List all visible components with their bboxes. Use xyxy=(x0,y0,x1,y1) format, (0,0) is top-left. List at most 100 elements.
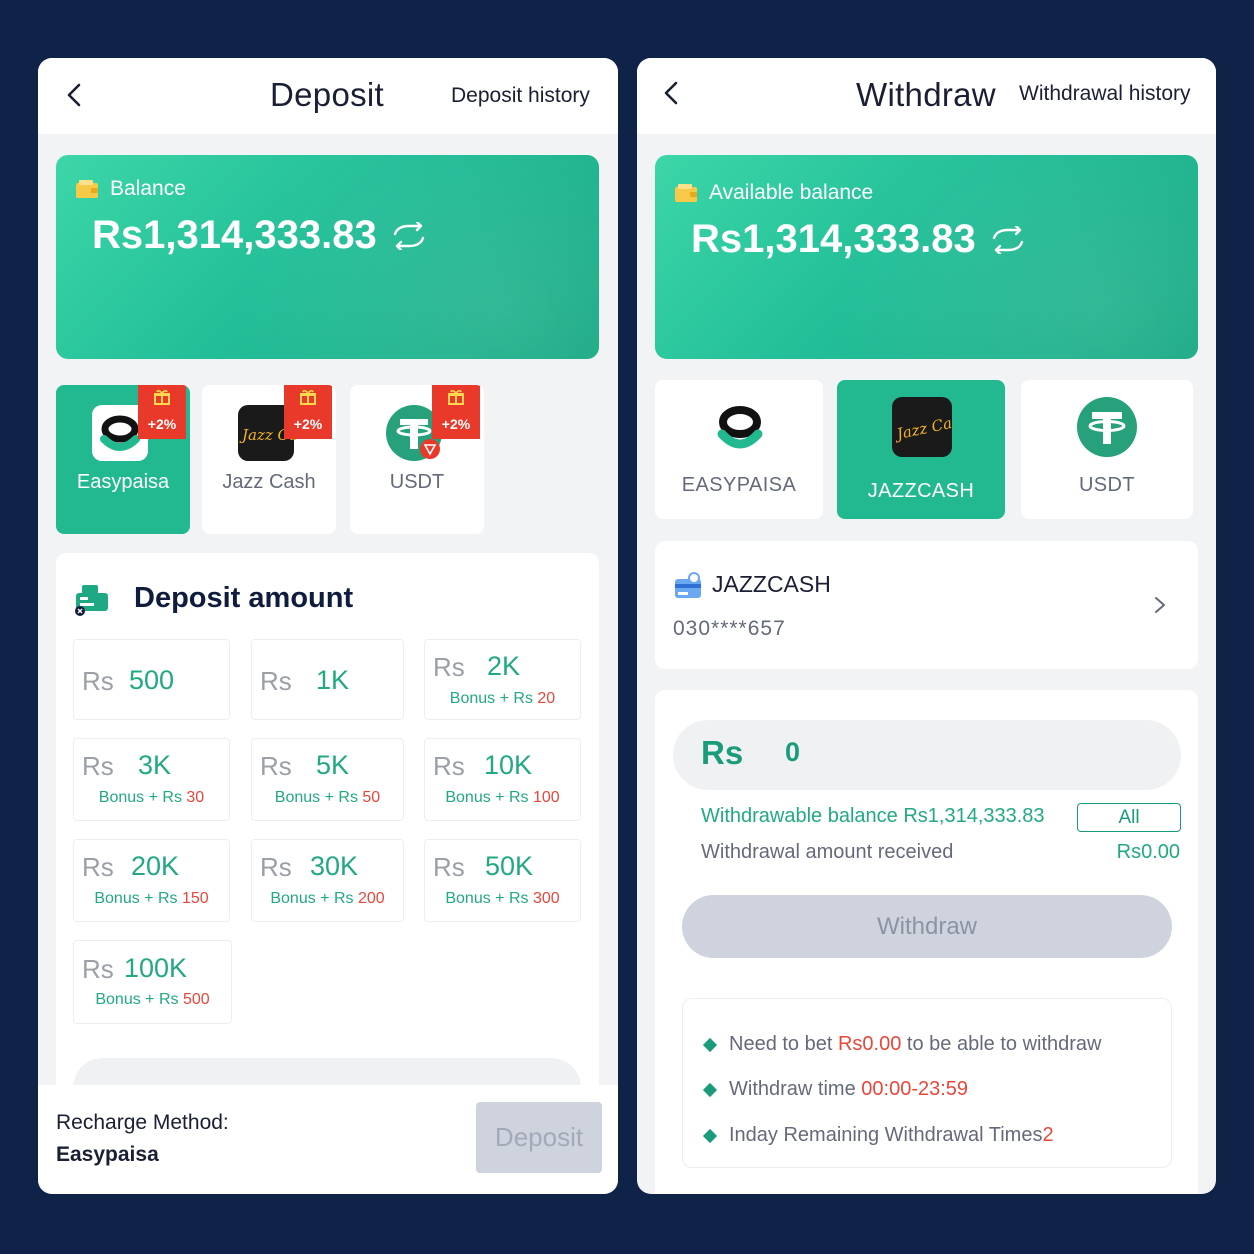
withdraw-method-easypaisa[interactable]: EASYPAISA xyxy=(655,380,823,519)
bonus-badge: +2% xyxy=(432,385,480,439)
deposit-history-link[interactable]: Deposit history xyxy=(451,84,590,108)
refresh-icon[interactable] xyxy=(391,221,427,250)
page-title: Withdraw xyxy=(856,76,996,113)
currency-label: Rs xyxy=(433,852,465,882)
amount-value: 100K xyxy=(124,953,188,983)
jazzcash-logo-icon: Jazz Cash xyxy=(892,397,953,457)
method-label: USDT xyxy=(389,471,445,493)
balance-label: Balance xyxy=(110,177,186,200)
gift-icon xyxy=(154,389,170,405)
rule-time: Withdraw time 00:00-23:59 xyxy=(702,1078,968,1101)
withdraw-button[interactable]: Withdraw xyxy=(682,895,1172,958)
currency-label: Rs xyxy=(701,734,744,771)
wallet-icon xyxy=(76,180,98,198)
deposit-footer: Recharge Method: Easypaisa Deposit xyxy=(38,1085,618,1194)
currency-label: Rs xyxy=(260,751,292,781)
amount-option-500[interactable]: Rs 500 xyxy=(73,639,230,720)
amount-option-100k[interactable]: Rs 100K Bonus + Rs 500 xyxy=(73,940,232,1024)
currency-label: Rs xyxy=(82,852,114,882)
all-button[interactable]: All xyxy=(1077,803,1181,832)
bonus-text: Bonus + Rs 300 xyxy=(445,890,560,907)
method-label: USDT xyxy=(1078,474,1136,496)
amount-option-2k[interactable]: Rs 2K Bonus + Rs 20 xyxy=(424,639,581,720)
bonus-text: Bonus + Rs 200 xyxy=(270,890,385,907)
withdraw-rules: Need to bet Rs0.00 to be able to withdra… xyxy=(682,998,1172,1168)
refresh-icon[interactable] xyxy=(990,225,1026,254)
cash-register-icon xyxy=(75,585,108,616)
withdraw-account-card[interactable]: JAZZCASH 030****657 xyxy=(655,541,1198,669)
method-label: EASYPAISA xyxy=(681,474,797,496)
gift-icon xyxy=(300,389,316,405)
deposit-header: Deposit Deposit history xyxy=(38,58,618,134)
amount-option-1k[interactable]: Rs 1K xyxy=(251,639,404,720)
balance-label: Available balance xyxy=(709,181,874,204)
currency-label: Rs xyxy=(260,666,292,696)
received-value: Rs0.00 xyxy=(1116,841,1180,863)
diamond-bullet-icon xyxy=(702,1082,718,1097)
amount-value: 10K xyxy=(484,750,533,780)
account-number: 030****657 xyxy=(673,617,786,640)
bonus-text: Bonus + Rs 50 xyxy=(274,789,381,806)
balance-label-row: Available balance xyxy=(675,181,873,205)
currency-label: Rs xyxy=(433,652,465,682)
available-balance-card: Available balance Rs1,314,333.83 xyxy=(655,155,1198,359)
withdraw-method-jazzcash[interactable]: Jazz Cash JAZZCASH xyxy=(837,380,1005,519)
amount-option-5k[interactable]: Rs 5K Bonus + Rs 50 xyxy=(251,738,404,821)
withdrawable-balance-text: Withdrawable balance Rs1,314,333.83 xyxy=(701,805,1045,827)
amount-value: 0 xyxy=(785,737,801,767)
bonus-badge: +2% xyxy=(284,385,332,439)
method-label: JAZZCASH xyxy=(867,480,975,502)
chevron-right-icon xyxy=(1155,597,1165,613)
gift-icon xyxy=(448,389,464,405)
page-title: Deposit xyxy=(270,76,384,113)
amount-value: 2K xyxy=(487,651,521,681)
method-jazzcash[interactable]: Jazz Ca Jazz Cash +2% xyxy=(202,385,336,534)
balance-amount: Rs1,314,333.83 xyxy=(92,213,377,257)
deposit-amount-panel: Deposit amount Rs 500 Rs 1K Rs 2K Bonus … xyxy=(56,553,599,1118)
diamond-bullet-icon xyxy=(702,1128,718,1143)
bank-card-icon xyxy=(675,572,701,598)
back-icon[interactable] xyxy=(60,80,90,110)
amount-value: 500 xyxy=(129,665,175,695)
currency-label: Rs xyxy=(260,852,292,882)
bonus-text: Bonus + Rs 100 xyxy=(445,789,560,806)
withdraw-header: Withdraw Withdrawal history xyxy=(637,58,1216,134)
amount-option-30k[interactable]: Rs 30K Bonus + Rs 200 xyxy=(251,839,404,922)
balance-card: Balance Rs1,314,333.83 xyxy=(56,155,599,359)
amount-option-50k[interactable]: Rs 50K Bonus + Rs 300 xyxy=(424,839,581,922)
method-easypaisa[interactable]: Easypaisa +2% xyxy=(56,385,190,534)
amount-value: 50K xyxy=(485,851,534,881)
amount-value: 5K xyxy=(316,750,350,780)
received-label: Withdrawal amount received xyxy=(701,841,954,863)
amount-option-20k[interactable]: Rs 20K Bonus + Rs 150 xyxy=(73,839,230,922)
method-usdt[interactable]: USDT +2% xyxy=(350,385,484,534)
account-name: JAZZCASH xyxy=(712,571,831,597)
withdraw-method-usdt[interactable]: USDT xyxy=(1021,380,1193,519)
withdrawal-history-link[interactable]: Withdrawal history xyxy=(1019,82,1191,106)
bonus-text: Bonus + Rs 20 xyxy=(449,690,556,707)
recharge-method-value: Easypaisa xyxy=(56,1143,159,1166)
balance-amount-row: Rs1,314,333.83 xyxy=(691,217,1026,262)
bonus-percent: +2% xyxy=(441,416,471,432)
deposit-screen: Deposit Deposit history Balance Rs1,314,… xyxy=(38,58,618,1194)
withdraw-screen: Withdraw Withdrawal history Available ba… xyxy=(637,58,1216,1194)
amount-value: 30K xyxy=(310,851,359,881)
deposit-button[interactable]: Deposit xyxy=(476,1102,602,1173)
method-label: Easypaisa xyxy=(76,471,170,493)
rule-bet: Need to bet Rs0.00 to be able to withdra… xyxy=(702,1033,1101,1056)
deposit-amount-header: Deposit amount xyxy=(74,579,353,617)
easypaisa-logo-icon xyxy=(717,406,763,449)
deposit-amount-title: Deposit amount xyxy=(134,581,354,614)
amount-value: 1K xyxy=(316,665,350,695)
currency-label: Rs xyxy=(82,954,114,984)
withdraw-amount-input[interactable]: Rs 0 xyxy=(673,720,1181,790)
amount-option-3k[interactable]: Rs 3K Bonus + Rs 30 xyxy=(73,738,230,821)
diamond-bullet-icon xyxy=(702,1037,718,1052)
back-icon[interactable] xyxy=(657,78,687,108)
usdt-logo-icon xyxy=(1077,397,1137,457)
amount-value: 20K xyxy=(131,851,180,881)
bonus-text: Bonus + Rs 30 xyxy=(98,789,205,806)
amount-value: 3K xyxy=(138,750,172,780)
amount-option-10k[interactable]: Rs 10K Bonus + Rs 100 xyxy=(424,738,581,821)
bonus-text: Bonus + Rs 150 xyxy=(94,890,209,907)
